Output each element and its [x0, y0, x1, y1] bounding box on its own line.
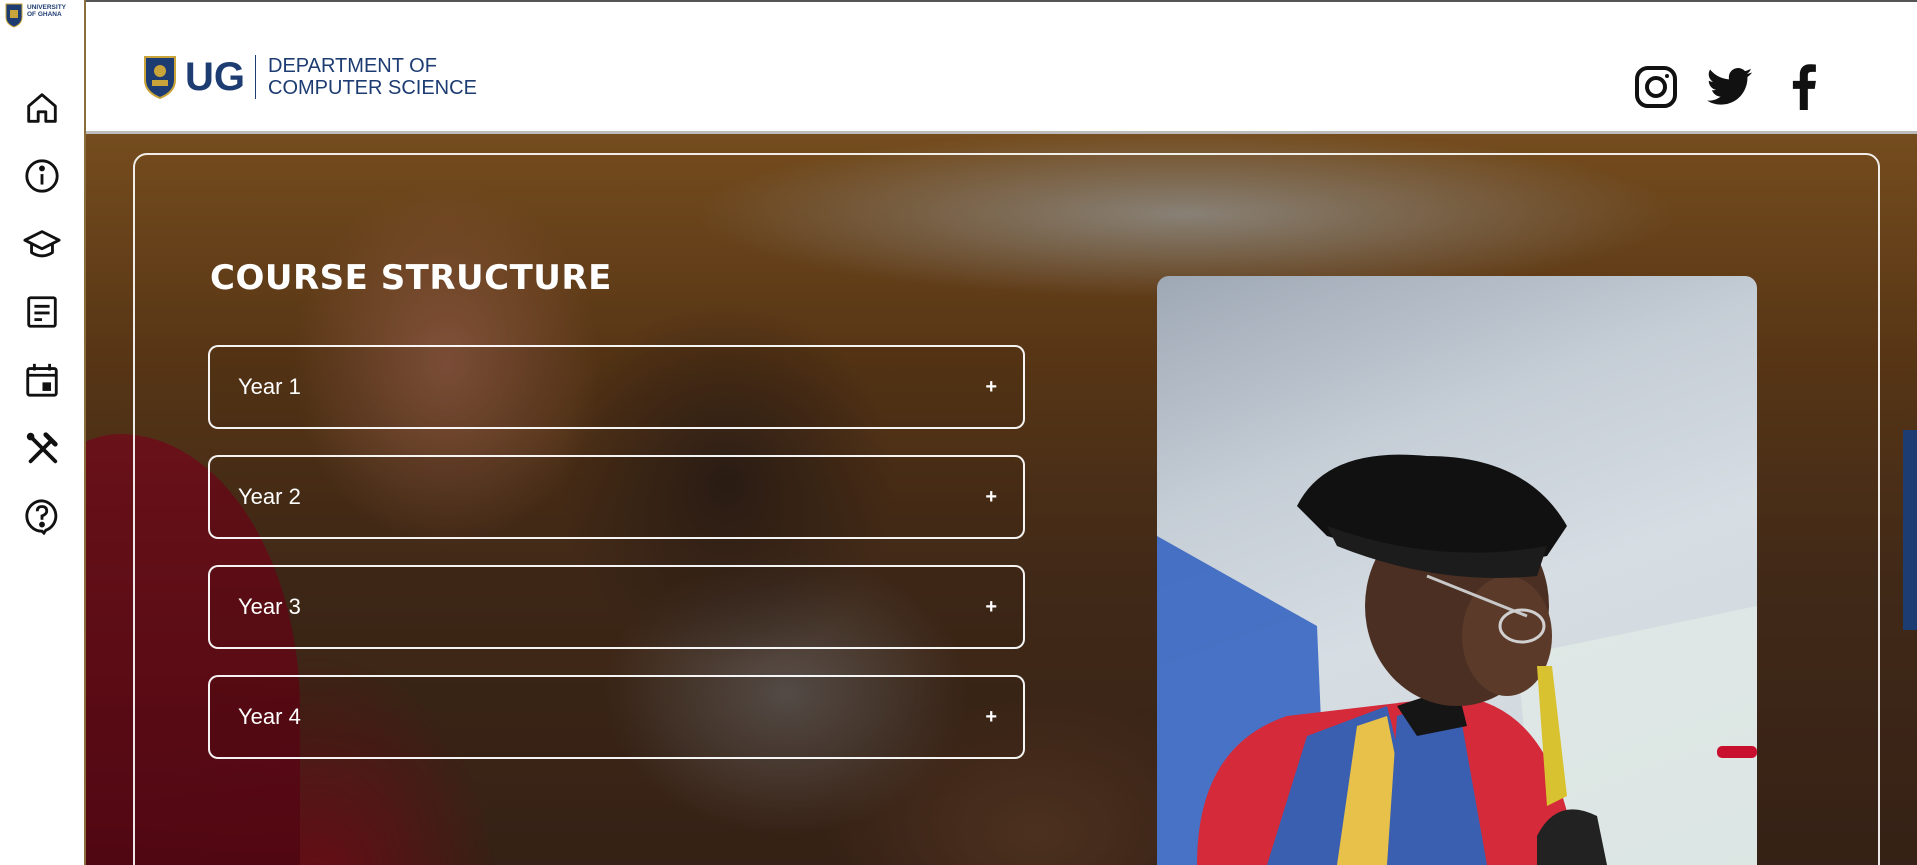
accordion-year-1[interactable]: Year 1 +	[208, 345, 1025, 429]
expand-icon: +	[985, 705, 997, 728]
logo-text-line2: OF GHANA	[27, 11, 62, 18]
logo-text-line1: UNIVERSITY	[27, 4, 67, 11]
department-logo[interactable]: UG DEPARTMENT OF COMPUTER SCIENCE	[142, 54, 477, 100]
accordion-label: Year 3	[238, 594, 301, 619]
site-header: UG DEPARTMENT OF COMPUTER SCIENCE	[86, 0, 1917, 134]
brand-abbrev: UG	[185, 54, 245, 99]
accordion-year-4[interactable]: Year 4 +	[208, 675, 1025, 759]
accordion-year-2[interactable]: Year 2 +	[208, 455, 1025, 539]
calendar-icon	[26, 363, 58, 397]
accordion-year-3[interactable]: Year 3 +	[208, 565, 1025, 649]
facebook-icon	[1792, 64, 1816, 110]
accordion-label: Year 1	[238, 374, 301, 399]
course-accordion: Year 1 + Year 2 + Year 3 + Year 4 +	[208, 345, 1025, 785]
sidebar-item-help[interactable]	[22, 496, 62, 536]
sidebar-item-documents[interactable]	[22, 292, 62, 332]
facebook-link[interactable]	[1781, 64, 1827, 110]
sidebar-item-tools[interactable]	[22, 428, 62, 468]
graduation-cap-icon	[23, 230, 61, 258]
sidebar-item-events[interactable]	[22, 360, 62, 400]
instagram-link[interactable]	[1633, 64, 1679, 110]
tools-icon	[26, 432, 58, 464]
expand-icon: +	[985, 375, 997, 398]
info-icon	[25, 159, 59, 193]
accordion-label: Year 4	[238, 704, 301, 729]
twitter-icon	[1707, 68, 1753, 105]
crest-icon	[5, 3, 23, 28]
professor-photo-illustration	[1157, 454, 1757, 865]
page-title: COURSE STRUCTURE	[210, 258, 612, 298]
dept-line2: COMPUTER SCIENCE	[268, 77, 477, 99]
brand-divider	[255, 55, 256, 99]
professor-photo	[1157, 276, 1757, 865]
department-name: DEPARTMENT OF COMPUTER SCIENCE	[268, 55, 477, 99]
instagram-icon	[1635, 66, 1677, 108]
social-links	[1633, 64, 1827, 110]
side-accent-bar	[1903, 430, 1917, 630]
help-icon	[25, 499, 58, 535]
crest-icon	[144, 56, 176, 100]
sidebar: UNIVERSITY OF GHANA	[0, 0, 86, 865]
dept-line1: DEPARTMENT OF	[268, 55, 437, 77]
accordion-label: Year 2	[238, 484, 301, 509]
expand-icon: +	[985, 485, 997, 508]
university-logo[interactable]: UNIVERSITY OF GHANA	[4, 2, 84, 38]
sidebar-item-home[interactable]	[22, 88, 62, 128]
sidebar-item-academics[interactable]	[22, 224, 62, 264]
sidebar-item-about[interactable]	[22, 156, 62, 196]
twitter-link[interactable]	[1707, 64, 1753, 110]
document-icon	[27, 296, 57, 328]
home-icon	[27, 93, 57, 123]
expand-icon: +	[985, 595, 997, 618]
